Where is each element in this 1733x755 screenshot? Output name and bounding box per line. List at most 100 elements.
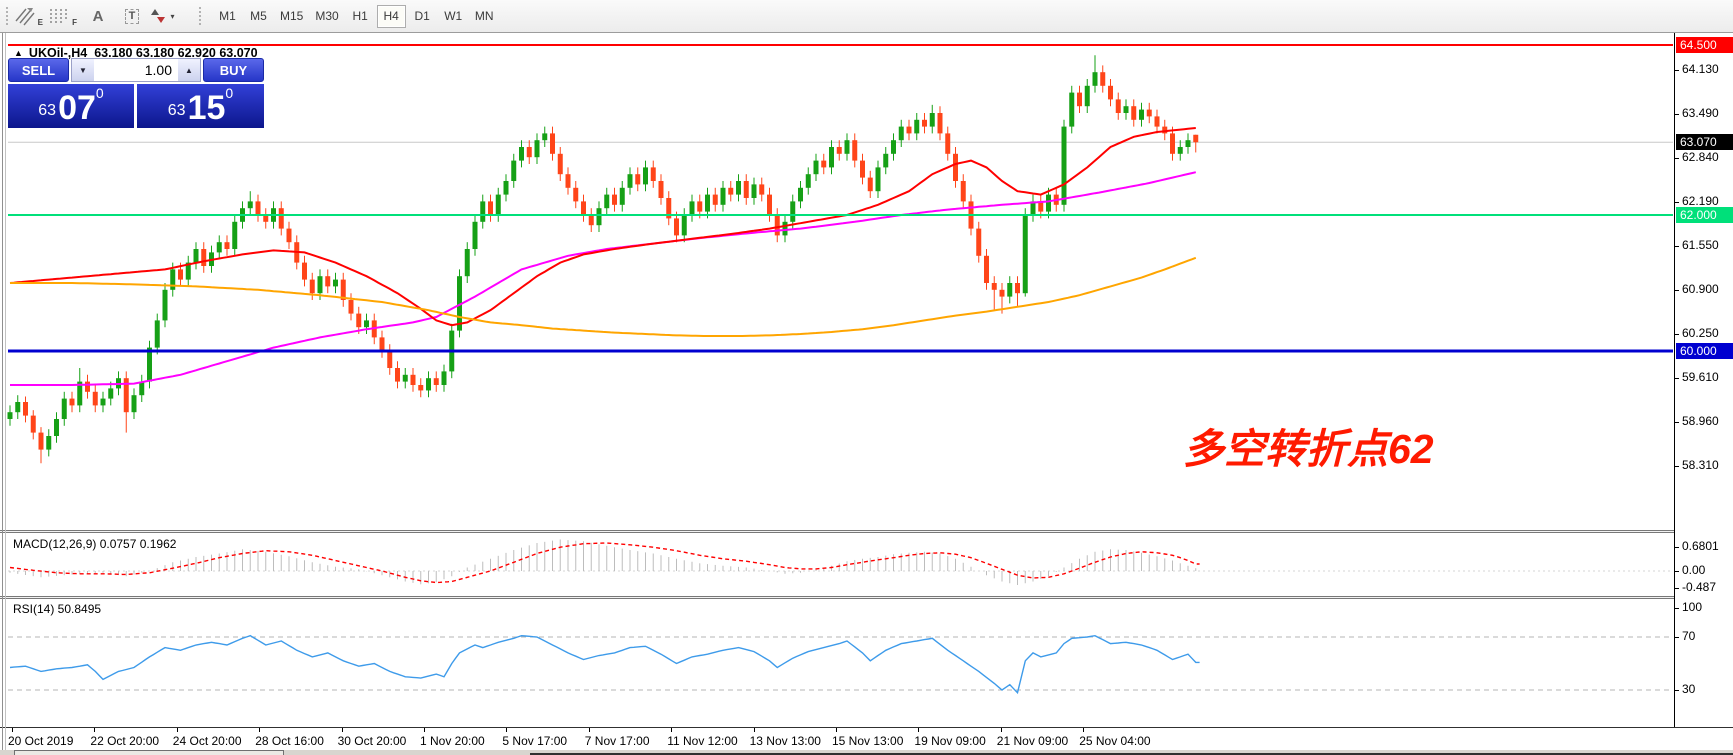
axis-tick-mark [1675,202,1679,203]
hatch-lines-icon [14,6,36,26]
axis-tick-mark [1675,114,1679,115]
timeframe-m15-button[interactable]: M15 [275,5,308,28]
price-axis-label: 61.550 [1682,238,1719,252]
time-axis-label: 28 Oct 16:00 [255,734,324,748]
axis-tick-mark [1675,158,1679,159]
buy-price-big: 15 [188,90,226,126]
time-axis-label: 13 Nov 13:00 [750,734,821,748]
time-axis-label: 20 Oct 2019 [8,734,73,748]
sell-price-display[interactable]: 63 07 0 [8,84,134,128]
dot-grid-f-tool-button[interactable]: F [47,3,81,29]
rsi-indicator-canvas[interactable] [0,599,1674,727]
axis-tick-mark [1675,547,1679,548]
price-axis[interactable]: 64.13063.49062.84062.19061.55060.90060.2… [1674,33,1733,727]
time-tick-mark [506,728,507,732]
time-axis-label: 25 Nov 04:00 [1079,734,1150,748]
macd-axis-label: 0.6801 [1682,539,1719,553]
time-tick-mark [836,728,837,732]
time-axis-label: 11 Nov 12:00 [667,734,738,748]
hatch-lines-e-tool-button[interactable]: E [13,3,47,29]
timeframe-w1-button[interactable]: W1 [439,5,468,28]
text-label-tool-button[interactable]: A [81,3,115,29]
tool-letter: E [38,18,43,27]
time-tick-mark [342,728,343,732]
time-axis[interactable]: 20 Oct 2019 22 Oct 20:00 24 Oct 20:00 28 Oc… [0,727,1733,751]
sell-button[interactable]: SELL [8,58,69,82]
price-axis-label: 63.490 [1682,106,1719,120]
axis-tick-mark [1675,608,1679,609]
time-tick-mark [259,728,260,732]
volume-increase-button[interactable]: ▲ [178,59,200,81]
sell-price-prefix: 63 [38,96,56,126]
rsi-axis-label: 30 [1682,682,1695,696]
volume-control: ▼ ▲ [71,58,201,82]
macd-indicator-canvas[interactable] [0,533,1674,596]
time-tick-mark [424,728,425,732]
time-axis-label: 30 Oct 20:00 [338,734,407,748]
price-level-badge: 64.500 [1676,37,1733,53]
time-axis-label: 15 Nov 13:00 [832,734,903,748]
toolbar-drag-handle[interactable] [4,5,9,27]
axis-tick-mark [1675,378,1679,379]
axis-tick-mark [1675,246,1679,247]
text-a-icon: A [93,8,104,25]
buy-price-prefix: 63 [168,96,186,126]
top-toolbar: E F A T ▾ [0,0,1733,33]
price-axis-label: 60.250 [1682,326,1719,340]
volume-input[interactable] [94,59,178,81]
sell-price-big: 07 [58,90,96,126]
time-axis-label: 24 Oct 20:00 [173,734,242,748]
toolbar-drag-handle[interactable] [197,5,202,27]
macd-axis-label: -0.487 [1682,580,1716,594]
time-tick-mark [12,728,13,732]
rsi-label: RSI(14) 50.8495 [13,602,101,616]
sell-price-sup: 0 [96,86,104,100]
buy-price-display[interactable]: 63 15 0 [137,84,264,128]
rsi-line [10,636,1200,693]
chart-annotation-text[interactable]: 多空转折点62 [1183,415,1434,475]
buy-button[interactable]: BUY [203,58,264,82]
time-axis-label: 7 Nov 17:00 [585,734,650,748]
timeframe-h1-button[interactable]: H1 [346,5,375,28]
tool-letter: F [72,18,77,27]
price-axis-label: 60.900 [1682,282,1719,296]
dot-grid-icon [48,7,70,25]
time-tick-mark [1001,728,1002,732]
window-left-border [5,33,6,750]
timeframe-mn-button[interactable]: MN [470,5,499,28]
axis-tick-mark [1675,290,1679,291]
timeframe-group: M1M5M15M30H1H4D1W1MN [212,5,500,28]
axis-tick-mark [1675,571,1679,572]
time-axis-label: 22 Oct 20:00 [90,734,159,748]
time-tick-mark [754,728,755,732]
timeframe-m5-button[interactable]: M5 [244,5,273,28]
price-axis-label: 58.960 [1682,414,1719,428]
collapse-triangle-icon[interactable]: ▲ [14,48,23,58]
arrows-icon [150,8,166,24]
text-box-tool-button[interactable]: T [115,3,149,29]
price-axis-label: 59.610 [1682,370,1719,384]
chevron-down-icon: ▾ [170,12,174,21]
chart-tab[interactable] [14,750,284,755]
arrows-tool-button[interactable]: ▾ [149,3,193,29]
timeframe-d1-button[interactable]: D1 [408,5,437,28]
volume-decrease-button[interactable]: ▼ [72,59,94,81]
time-tick-mark [589,728,590,732]
price-axis-label: 58.310 [1682,458,1719,472]
timeframe-m30-button[interactable]: M30 [310,5,343,28]
time-tick-mark [671,728,672,732]
time-tick-mark [918,728,919,732]
price-axis-label: 62.190 [1682,194,1719,208]
time-tick-mark [94,728,95,732]
price-level-badge: 62.000 [1676,207,1733,223]
window-left-border [2,33,3,750]
axis-tick-mark [1675,70,1679,71]
buy-price-sup: 0 [225,86,233,100]
price-axis-label: 62.840 [1682,150,1719,164]
time-axis-label: 19 Nov 09:00 [914,734,985,748]
axis-tick-mark [1675,690,1679,691]
macd-axis-label: 0.00 [1682,563,1705,577]
timeframe-h4-button[interactable]: H4 [377,5,406,28]
timeframe-m1-button[interactable]: M1 [213,5,242,28]
macd-label: MACD(12,26,9) 0.0757 0.1962 [13,537,176,551]
